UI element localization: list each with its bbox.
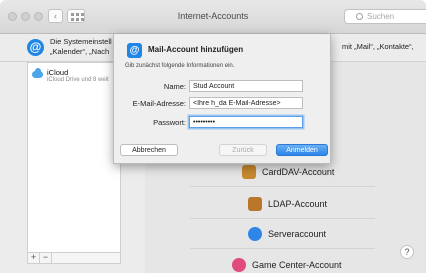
- ldap-icon: [248, 197, 262, 211]
- info-text-right: mit „Mail“, „Kontakte“,: [342, 42, 414, 51]
- info-line-1: Die Systemeinstell: [50, 37, 112, 46]
- divider: [190, 248, 375, 249]
- divider: [190, 218, 375, 219]
- name-field[interactable]: [189, 80, 303, 92]
- sheet-title: Mail-Account hinzufügen: [148, 45, 244, 54]
- game-center-icon: [232, 258, 246, 272]
- info-line-2: „Kalender“, „Nach: [50, 47, 110, 56]
- sidebar-item-icloud[interactable]: iCloud iCloud Drive und 8 weit: [28, 64, 120, 88]
- remove-account-button[interactable]: −: [40, 253, 52, 263]
- account-type-label: CardDAV-Account: [262, 167, 335, 177]
- sheet-subtitle: Gib zunächst folgende Informationen ein.: [125, 63, 235, 69]
- add-account-button[interactable]: +: [28, 253, 40, 263]
- title-bar: ‹ › Internet-Accounts Suchen: [0, 0, 426, 34]
- server-icon: [248, 227, 262, 241]
- sign-in-button[interactable]: Anmelden: [276, 144, 328, 156]
- divider: [190, 186, 375, 187]
- search-icon: [356, 13, 363, 20]
- icloud-icon: [32, 68, 43, 78]
- email-label: E-Mail-Adresse:: [132, 99, 186, 108]
- add-mail-account-sheet: @ Mail-Account hinzufügen Gib zunächst f…: [113, 34, 331, 164]
- info-text-left: Die Systemeinstell „Kalender“, „Nach: [50, 37, 122, 57]
- password-field[interactable]: [189, 116, 303, 128]
- internet-accounts-window: ‹ › Internet-Accounts Suchen @ Die Syste…: [0, 0, 426, 273]
- help-button[interactable]: ?: [400, 245, 414, 259]
- search-placeholder: Suchen: [367, 12, 395, 21]
- search-field[interactable]: Suchen: [344, 9, 426, 24]
- sidebar-item-title: iCloud: [47, 68, 69, 77]
- carddav-icon: [242, 165, 256, 179]
- back-button[interactable]: Zurück: [219, 144, 267, 156]
- cancel-button[interactable]: Abbrechen: [120, 144, 178, 156]
- internet-accounts-at-icon: @: [27, 39, 44, 56]
- email-field[interactable]: [189, 97, 303, 109]
- name-label: Name:: [163, 82, 186, 91]
- account-type-label: Game Center-Account: [252, 260, 342, 270]
- sidebar-item-subtitle: iCloud Drive und 8 weit: [47, 77, 109, 83]
- account-type-label: Serveraccount: [268, 229, 327, 239]
- password-label: Passwort:: [153, 118, 186, 127]
- accounts-sidebar: iCloud iCloud Drive und 8 weit: [27, 62, 121, 264]
- account-type-label: LDAP-Account: [268, 199, 328, 209]
- mail-at-icon: @: [127, 43, 142, 58]
- sidebar-footer: + −: [27, 252, 121, 264]
